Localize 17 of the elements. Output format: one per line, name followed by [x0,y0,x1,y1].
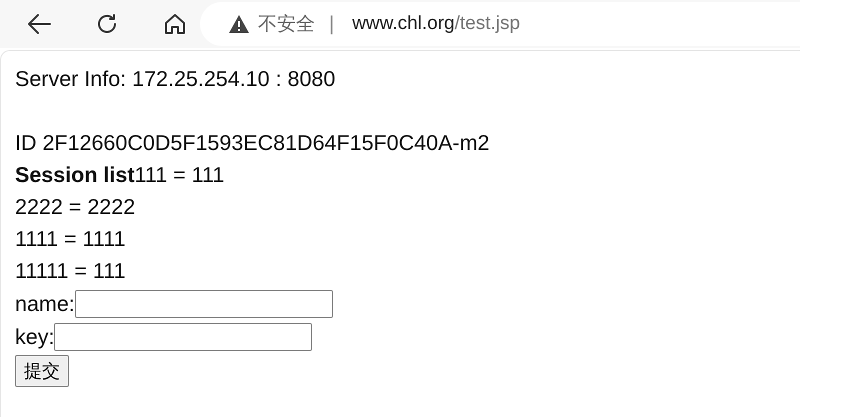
field-label: key: [15,324,54,351]
url-text[interactable]: www.chl.org/test.jsp [352,13,520,35]
submit-button[interactable]: 提交 [15,355,69,387]
session-entry: 1111 = 1111 [15,227,126,251]
session-entry: 111 = 111 [134,163,224,187]
session-entry: 2222 = 2222 [15,195,136,219]
session-list-label: Session list [15,163,134,187]
warning-icon [228,14,250,34]
security-label: 不安全 [258,12,315,37]
input-field[interactable] [74,290,333,318]
address-bar[interactable]: 不安全 | www.chl.org/test.jsp [200,2,800,46]
field-label: name: [15,291,75,318]
input-field[interactable] [54,323,312,351]
session-id: ID 2F12660C0D5F1593EC81D64F15F0C40A-m2 [15,130,490,157]
session-entry: 11111 = 111 [15,259,126,283]
server-info: Server Info: 172.25.254.10 : 8080 [15,66,336,93]
separator: | [329,12,334,36]
